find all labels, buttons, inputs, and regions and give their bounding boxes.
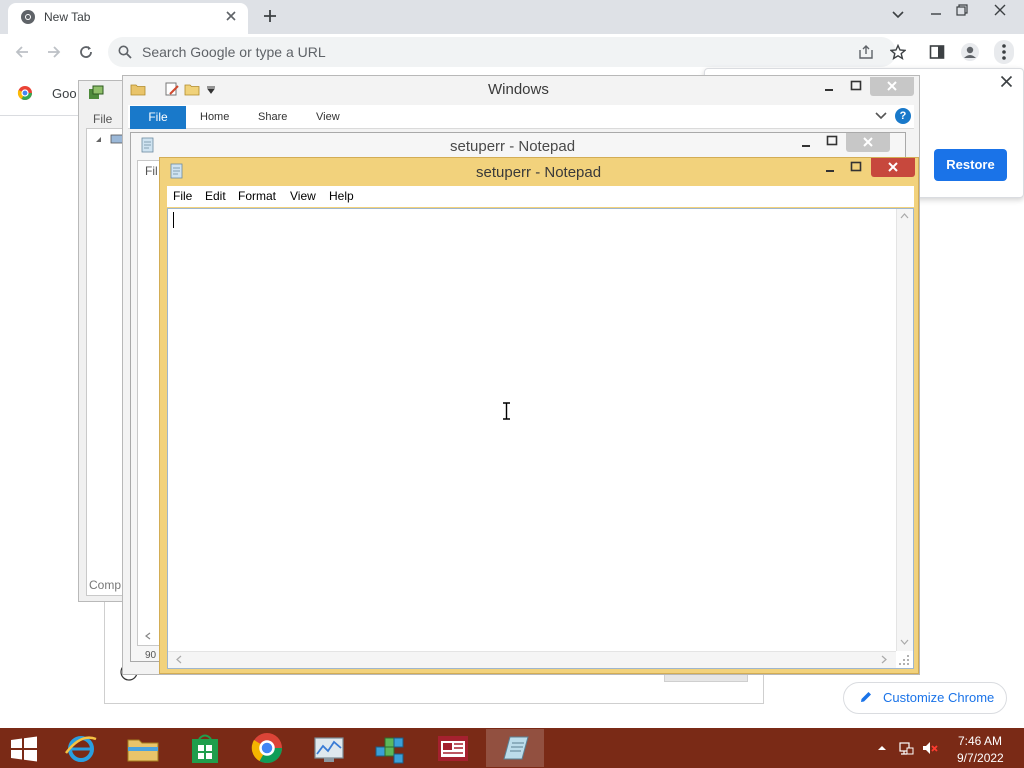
network-icon[interactable] [898, 740, 914, 756]
menu-help[interactable]: Help [329, 189, 354, 203]
notepad-maximize-icon[interactable] [850, 161, 862, 173]
start-windows-icon[interactable] [10, 736, 38, 762]
volume-muted-icon[interactable] [921, 740, 939, 756]
taskbar-file-explorer[interactable] [114, 729, 172, 767]
resize-grip-icon[interactable] [898, 654, 910, 666]
ribbon-expand-chevron-icon[interactable] [875, 111, 887, 121]
chrome-restore-icon[interactable] [956, 4, 968, 16]
ribbon-tab-view[interactable]: View [316, 111, 340, 123]
ibeam-cursor-icon [502, 402, 511, 420]
text-caret [173, 212, 174, 228]
explorer-close-button[interactable] [870, 77, 914, 96]
taskbar-news-reader[interactable] [424, 729, 482, 767]
scroll-down-icon[interactable] [900, 639, 909, 646]
notepad-menubar [167, 186, 914, 207]
ribbon-tab-share[interactable]: Share [258, 111, 287, 123]
notepad-back-status: 90 [145, 650, 157, 661]
back-icon[interactable] [14, 44, 30, 60]
restore-panel-close-icon[interactable] [1000, 75, 1013, 88]
scroll-left-icon[interactable] [175, 655, 182, 664]
mmc-app-icon [87, 84, 105, 102]
notepad-vertical-scrollbar[interactable] [896, 209, 913, 651]
ribbon-tab-home[interactable]: Home [200, 111, 229, 123]
bookmark-label[interactable]: Goo [52, 86, 77, 101]
taskbar-store[interactable] [176, 729, 234, 767]
notepad-text-area[interactable] [167, 208, 914, 669]
help-icon[interactable]: ? [895, 108, 911, 124]
omnibox-placeholder[interactable]: Search Google or type a URL [142, 44, 326, 60]
menu-format[interactable]: Format [238, 189, 276, 203]
notepad-minimize-icon[interactable] [824, 168, 836, 174]
scroll-up-icon[interactable] [900, 212, 909, 219]
clock-time[interactable]: 7:46 AM [958, 734, 1002, 748]
clock-date[interactable]: 9/7/2022 [957, 751, 1004, 765]
explorer-maximize-icon[interactable] [850, 80, 862, 92]
menu-view[interactable]: View [290, 189, 316, 203]
side-panel-icon[interactable] [929, 44, 945, 60]
customize-chrome-label[interactable]: Customize Chrome [883, 690, 994, 705]
google-bookmark-icon[interactable] [17, 85, 33, 101]
reload-icon[interactable] [78, 44, 94, 60]
mmc-status-text: Comp [89, 578, 122, 592]
new-tab-icon[interactable] [262, 8, 278, 24]
scroll-right-icon[interactable] [881, 655, 888, 664]
share-icon[interactable] [858, 44, 874, 60]
mmc-tree-expand-icon[interactable] [95, 136, 103, 144]
notepad-back-scroll-left-icon[interactable] [144, 632, 152, 640]
taskbar-performance-monitor[interactable] [300, 729, 358, 767]
explorer-ribbon [128, 105, 914, 129]
new-folder-icon[interactable] [184, 81, 200, 97]
notepad-app-icon [169, 163, 185, 179]
bookmark-star-icon[interactable] [890, 44, 906, 60]
chrome-tab-icon [20, 9, 36, 25]
menu-file[interactable]: File [173, 189, 192, 203]
forward-icon[interactable] [46, 44, 62, 60]
explorer-minimize-icon[interactable] [823, 86, 835, 92]
properties-icon[interactable] [164, 81, 180, 97]
tab-close-icon[interactable] [225, 10, 237, 22]
taskbar-chrome[interactable] [238, 729, 296, 767]
notepad-back-title: setuperr - Notepad [450, 138, 576, 155]
pencil-icon [859, 690, 873, 704]
ribbon-tab-file[interactable]: File [130, 106, 186, 129]
search-icon [118, 45, 132, 59]
tab-title: New Tab [44, 10, 91, 24]
chrome-menu-icon[interactable] [994, 40, 1014, 64]
notepad-title: setuperr - Notepad [476, 164, 602, 181]
taskbar-internet-explorer[interactable] [52, 729, 110, 767]
notepad-close-button[interactable] [871, 158, 915, 177]
profile-avatar-icon[interactable] [960, 42, 980, 62]
taskbar-notepad[interactable] [486, 729, 544, 767]
notepad-horizontal-scrollbar[interactable] [168, 651, 896, 668]
menu-edit[interactable]: Edit [205, 189, 226, 203]
notepad-back-maximize-icon[interactable] [826, 135, 838, 147]
notepad-back-close-button[interactable] [846, 133, 890, 152]
restore-button[interactable]: Restore [934, 149, 1007, 181]
notepad-back-minimize-icon[interactable] [800, 143, 812, 149]
tab-search-chevron-icon[interactable] [892, 10, 904, 20]
chrome-close-icon[interactable] [994, 4, 1006, 16]
taskbar-registry-editor[interactable] [362, 729, 420, 767]
quick-access-dropdown-icon[interactable] [206, 86, 216, 94]
show-hidden-icons-icon[interactable] [877, 744, 887, 752]
notepad-back-menu-file[interactable]: Fil [145, 164, 158, 178]
chrome-minimize-icon[interactable] [930, 8, 942, 20]
explorer-title: Windows [488, 81, 549, 98]
mmc-menu-file[interactable]: File [93, 112, 112, 126]
explorer-folder-icon [130, 81, 146, 97]
notepad-back-icon [140, 137, 156, 153]
